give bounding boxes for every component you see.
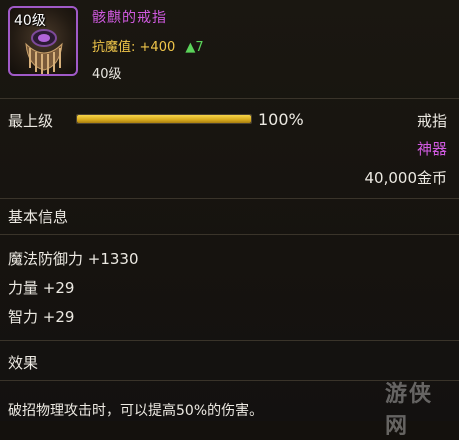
- divider: [0, 340, 459, 341]
- item-name: 骸麒的戒指: [92, 10, 167, 26]
- top-level-label: 最上级: [8, 112, 54, 130]
- stat-intelligence: 智力 +29: [8, 308, 75, 326]
- watermark-text: 游侠网: [385, 382, 434, 439]
- required-level: 40级: [92, 67, 122, 82]
- effect-description: 破招物理攻击时，可以提高50%的伤害。: [8, 403, 264, 419]
- divider: [0, 198, 459, 199]
- magic-resist-label: 抗魔值:: [92, 40, 136, 55]
- divider: [0, 234, 459, 235]
- icon-level-label: 40级: [14, 13, 46, 29]
- upgrade-progress-fill: [77, 115, 251, 123]
- upgrade-progress-bar: [76, 114, 252, 124]
- site-watermark: 游侠网: [373, 376, 453, 439]
- item-price: 40,000金币: [364, 169, 448, 187]
- stat-strength: 力量 +29: [8, 279, 75, 297]
- divider: [0, 98, 459, 99]
- effect-title: 效果: [8, 354, 39, 372]
- item-tooltip: 40级 骸麒的戒指 抗魔值: +400 ▲7 40级 最上级 100% 戒指 神…: [0, 0, 459, 439]
- equipment-slot: 戒指: [416, 112, 447, 130]
- item-icon-slot[interactable]: 40级: [8, 6, 78, 76]
- stat-magic-defense: 魔法防御力 +1330: [8, 250, 139, 268]
- magic-resist-value: +400: [139, 40, 176, 55]
- magic-resist-stat: 抗魔值: +400 ▲7: [92, 36, 204, 55]
- magic-resist-delta: ▲7: [185, 40, 204, 55]
- basic-info-title: 基本信息: [8, 208, 69, 226]
- progress-percent: 100%: [258, 110, 304, 129]
- rarity-label: 神器: [416, 140, 447, 158]
